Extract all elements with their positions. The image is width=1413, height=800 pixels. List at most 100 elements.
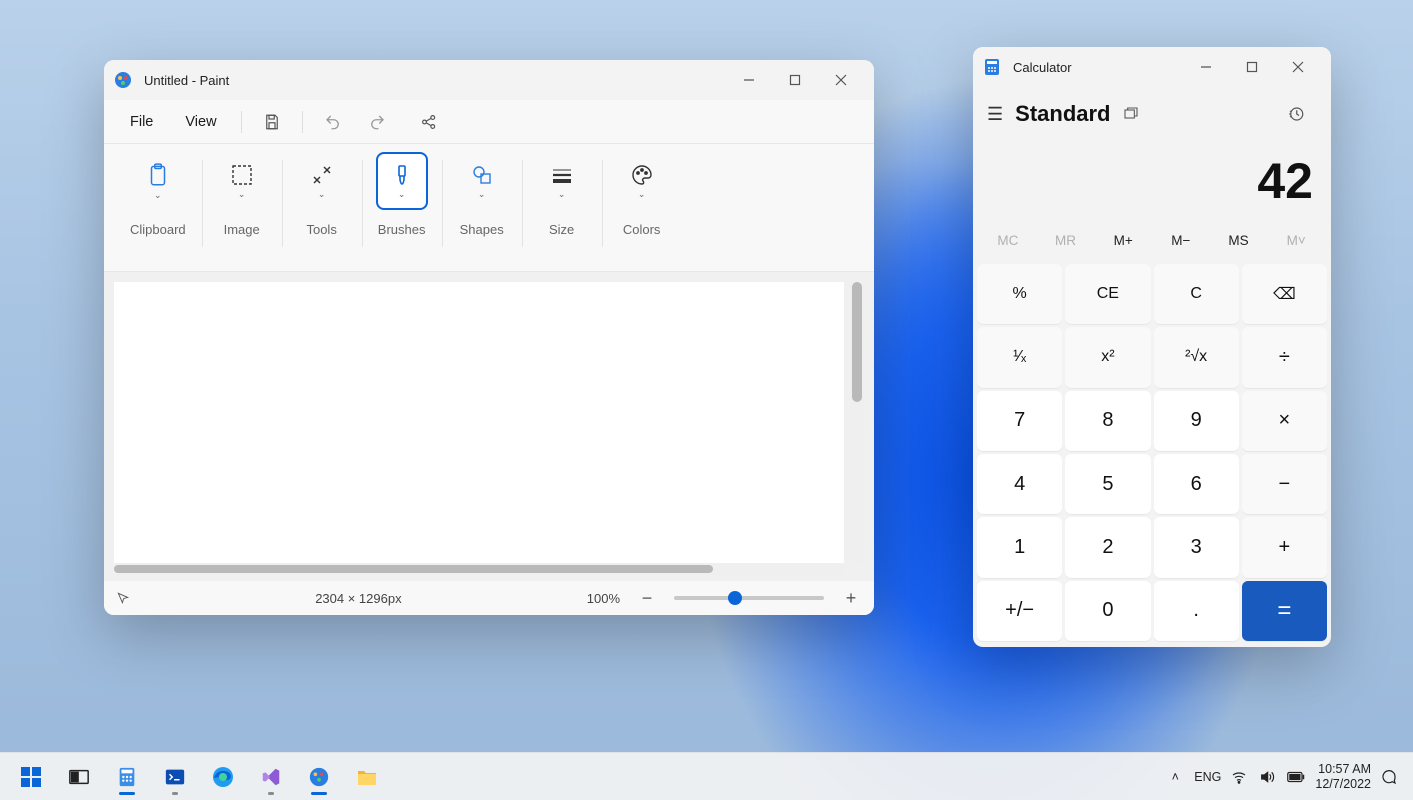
key-6[interactable]: 6 <box>1154 454 1239 514</box>
key-negate[interactable]: +/− <box>977 581 1062 641</box>
always-on-top-button[interactable] <box>1123 106 1153 122</box>
size-button[interactable]: ⌄ <box>538 154 586 208</box>
zoom-slider[interactable] <box>674 596 824 600</box>
paint-titlebar[interactable]: Untitled - Paint <box>104 60 874 100</box>
language-indicator[interactable]: ENG <box>1194 770 1221 784</box>
undo-button[interactable] <box>315 104 351 140</box>
key-2[interactable]: 2 <box>1065 517 1150 577</box>
ribbon-label-tools: Tools <box>306 222 336 237</box>
canvas-dimensions: 2304 × 1296px <box>315 591 401 606</box>
share-button[interactable] <box>411 104 447 140</box>
calc-titlebar[interactable]: Calculator <box>973 47 1331 87</box>
mem-list-button[interactable]: M˅ <box>1267 221 1325 261</box>
mem-plus-button[interactable]: M+ <box>1094 221 1152 261</box>
colors-button[interactable]: ⌄ <box>618 154 666 208</box>
key-4[interactable]: 4 <box>977 454 1062 514</box>
calc-header: ☰ Standard <box>973 87 1331 141</box>
key-ce[interactable]: CE <box>1065 264 1150 324</box>
image-select-button[interactable]: ⌄ <box>218 154 266 208</box>
scrollbar-thumb[interactable] <box>114 565 713 573</box>
paint-statusbar: 2304 × 1296px 100% − + <box>104 581 874 615</box>
key-c[interactable]: C <box>1154 264 1239 324</box>
paint-maximize-button[interactable] <box>772 64 818 96</box>
key-7[interactable]: 7 <box>977 391 1062 451</box>
zoom-slider-knob[interactable] <box>728 591 742 605</box>
chevron-down-icon: ⌄ <box>398 189 406 200</box>
menu-view[interactable]: View <box>173 108 228 136</box>
wifi-icon[interactable] <box>1231 769 1249 785</box>
ribbon-label-colors: Colors <box>623 222 661 237</box>
shapes-button[interactable]: ⌄ <box>458 154 506 208</box>
volume-icon[interactable] <box>1259 769 1277 785</box>
chevron-down-icon: ⌄ <box>238 189 246 200</box>
save-button[interactable] <box>254 104 290 140</box>
key-decimal[interactable]: . <box>1154 581 1239 641</box>
taskbar-file-explorer[interactable] <box>344 757 390 797</box>
task-view-button[interactable] <box>56 757 102 797</box>
key-5[interactable]: 5 <box>1065 454 1150 514</box>
system-tray: ˄ ENG 10:57 AM 12/7/2022 <box>1166 762 1405 791</box>
brushes-button[interactable]: ⌄ <box>378 154 426 208</box>
key-percent[interactable]: % <box>977 264 1062 324</box>
mem-recall-button[interactable]: MR <box>1037 221 1095 261</box>
key-equals[interactable]: = <box>1242 581 1327 641</box>
key-8[interactable]: 8 <box>1065 391 1150 451</box>
mem-minus-button[interactable]: M− <box>1152 221 1210 261</box>
horizontal-scrollbar[interactable] <box>114 563 844 575</box>
clock-date: 12/7/2022 <box>1315 777 1371 791</box>
ribbon-label-clipboard: Clipboard <box>130 222 186 237</box>
taskbar-calculator[interactable] <box>104 757 150 797</box>
key-reciprocal[interactable]: ¹⁄ₓ <box>977 327 1062 387</box>
key-3[interactable]: 3 <box>1154 517 1239 577</box>
vertical-scrollbar[interactable] <box>850 282 864 563</box>
tray-overflow-button[interactable]: ˄ <box>1166 770 1184 784</box>
battery-icon[interactable] <box>1287 771 1305 783</box>
chevron-down-icon: ⌄ <box>558 189 566 200</box>
clock[interactable]: 10:57 AM 12/7/2022 <box>1315 762 1371 791</box>
key-subtract[interactable]: − <box>1242 454 1327 514</box>
zoom-out-button[interactable]: − <box>636 589 658 607</box>
scrollbar-thumb[interactable] <box>852 282 862 402</box>
mem-clear-button[interactable]: MC <box>979 221 1037 261</box>
key-1[interactable]: 1 <box>977 517 1062 577</box>
paint-ribbon: ⌄ Clipboard ⌄ Image ⌄ Tools ⌄ Brushes <box>104 144 874 272</box>
calculator-app-icon <box>983 58 1001 76</box>
calc-minimize-button[interactable] <box>1183 51 1229 83</box>
paint-canvas-area <box>104 272 874 563</box>
key-0[interactable]: 0 <box>1065 581 1150 641</box>
clock-time: 10:57 AM <box>1315 762 1371 776</box>
key-square[interactable]: x² <box>1065 327 1150 387</box>
calc-maximize-button[interactable] <box>1229 51 1275 83</box>
chevron-down-icon: ⌄ <box>318 189 326 200</box>
zoom-level: 100% <box>587 591 620 606</box>
clipboard-button[interactable]: ⌄ <box>134 154 182 208</box>
notifications-button[interactable] <box>1381 769 1399 785</box>
paint-minimize-button[interactable] <box>726 64 772 96</box>
key-9[interactable]: 9 <box>1154 391 1239 451</box>
menu-file[interactable]: File <box>118 108 165 136</box>
paint-canvas[interactable] <box>114 282 844 563</box>
mem-store-button[interactable]: MS <box>1210 221 1268 261</box>
key-divide[interactable]: ÷ <box>1242 327 1327 387</box>
history-button[interactable] <box>1287 105 1317 123</box>
chevron-down-icon: ⌄ <box>638 189 646 200</box>
paint-close-button[interactable] <box>818 64 864 96</box>
zoom-in-button[interactable]: + <box>840 589 862 607</box>
ribbon-label-size: Size <box>549 222 574 237</box>
taskbar-visual-studio[interactable] <box>248 757 294 797</box>
key-sqrt[interactable]: ²√x <box>1154 327 1239 387</box>
taskbar-terminal[interactable] <box>152 757 198 797</box>
start-button[interactable] <box>8 757 54 797</box>
hamburger-menu-button[interactable]: ☰ <box>987 104 1003 125</box>
key-add[interactable]: + <box>1242 517 1327 577</box>
key-backspace[interactable]: ⌫ <box>1242 264 1327 324</box>
taskbar-edge[interactable] <box>200 757 246 797</box>
tools-button[interactable]: ⌄ <box>298 154 346 208</box>
calc-display: 42 <box>973 141 1331 221</box>
taskbar-paint[interactable] <box>296 757 342 797</box>
calc-close-button[interactable] <box>1275 51 1321 83</box>
key-multiply[interactable]: × <box>1242 391 1327 451</box>
paint-app-icon <box>114 71 132 89</box>
ribbon-label-image: Image <box>224 222 260 237</box>
redo-button[interactable] <box>359 104 395 140</box>
